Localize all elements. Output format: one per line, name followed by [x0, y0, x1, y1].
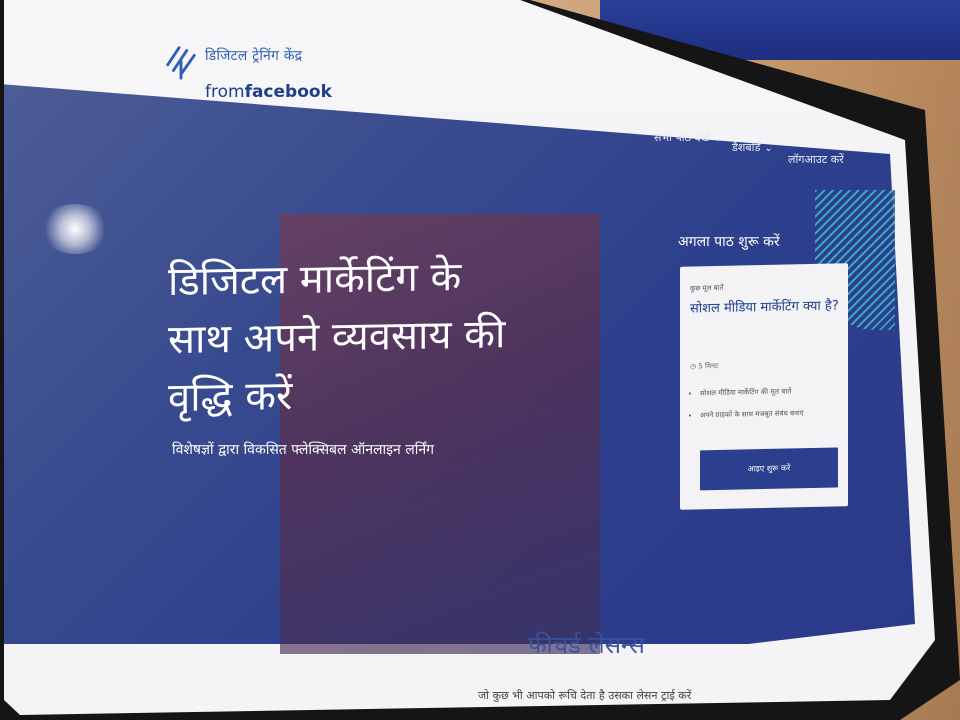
next-lesson-label: अगला पाठ शुरू करें [678, 234, 780, 250]
nav-dashboard-label: डैशबोर्ड [732, 141, 761, 154]
logo-text-hindi: डिजिटल ट्रेनिंग केंद्र [205, 48, 303, 64]
logo-from: from [205, 82, 245, 102]
card-bullets: सोशल मीडिया मार्केटिंग की मूल बातें अपने… [690, 380, 804, 426]
card-title[interactable]: सोशल मीडिया मार्केटिंग क्या है? [690, 297, 840, 318]
start-lesson-button[interactable]: आइए शुरू करें [700, 447, 838, 491]
list-item: सोशल मीडिया मार्केटिंग की मूल बातें [700, 380, 804, 404]
chevron-down-icon: ⌄ [764, 143, 773, 154]
nav-all-lessons[interactable]: सभी पाठ देखें ⌄ [654, 130, 722, 145]
hero-subhead: विशेषज्ञों द्वारा विकसित फ्लेक्सिबल ऑनला… [172, 442, 435, 458]
monitor-screen: डिजिटल ट्रेनिंग केंद्र fromfacebook सभी … [4, 0, 935, 715]
card-duration: ◷ 5 मिनट [690, 362, 718, 372]
featured-lessons-title: फीचर्ड लेसन्स [528, 631, 645, 659]
featured-lessons-subtitle: जो कुछ भी आपको रूचि देता है उसका लेसन ट्… [478, 689, 692, 702]
card-duration-text: 5 मिनट [698, 361, 719, 371]
next-lesson-card[interactable]: कुछ मूल बातें सोशल मीडिया मार्केटिंग क्य… [680, 263, 848, 510]
light-reflection [40, 204, 110, 254]
nav-all-lessons-label: सभी पाठ देखें [654, 131, 710, 144]
leaf-logo-icon [166, 46, 196, 80]
nav-logout[interactable]: लॉगआउट करें [788, 152, 844, 167]
nav-logout-label: लॉगआउट करें [788, 153, 844, 166]
logo-text-from-facebook: fromfacebook [205, 82, 332, 102]
list-item: अपने ग्राहकों के साथ मजबूत संबंध बनाएं [700, 402, 804, 426]
nav-dashboard[interactable]: डैशबोर्ड ⌄ [732, 140, 773, 155]
logo-facebook: facebook [244, 82, 332, 102]
hero-headline: डिजिटल मार्केटिंग के साथ अपने व्यवसाय की… [168, 254, 506, 422]
chevron-down-icon: ⌄ [713, 133, 722, 144]
card-kicker: कुछ मूल बातें [690, 283, 724, 293]
